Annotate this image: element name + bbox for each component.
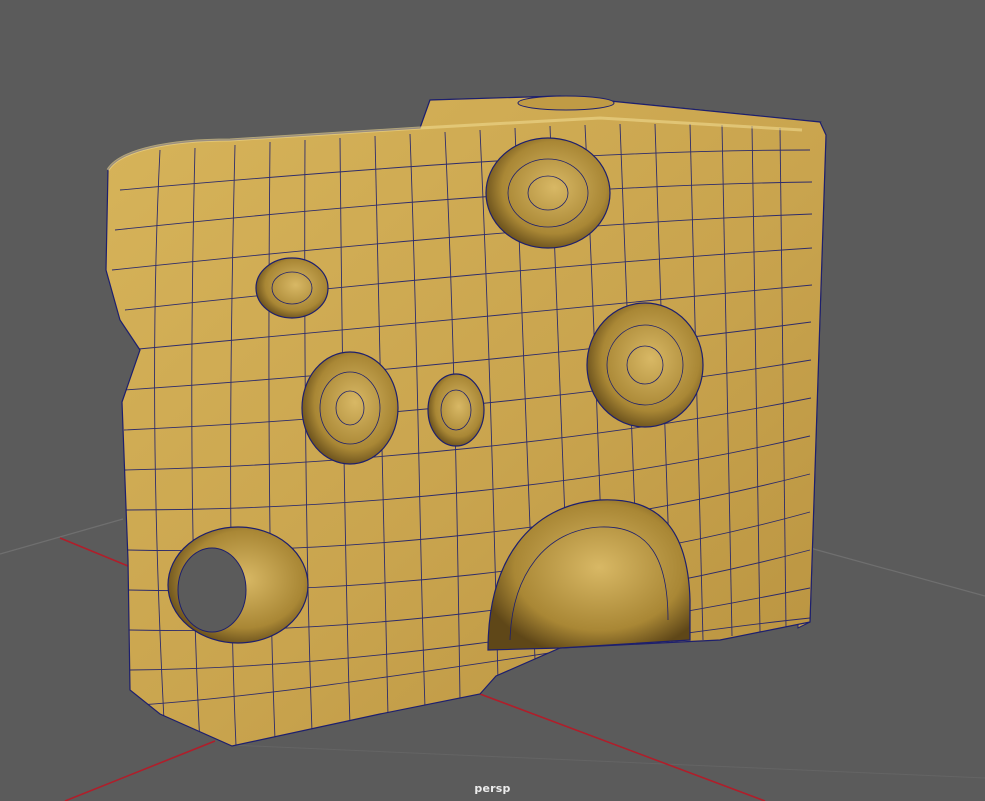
grid-axis-x <box>59 537 129 567</box>
3d-viewport[interactable]: persp <box>0 0 985 801</box>
hole-right <box>586 302 704 428</box>
camera-name-label: persp <box>474 782 511 795</box>
cheese-mesh[interactable] <box>105 95 827 747</box>
hole-center <box>301 351 399 465</box>
hole-center-small <box>427 373 485 447</box>
viewport-scene[interactable] <box>0 0 985 801</box>
hole-top <box>485 137 611 249</box>
hole-small-left <box>255 257 329 319</box>
hole-top-rim <box>517 95 615 111</box>
